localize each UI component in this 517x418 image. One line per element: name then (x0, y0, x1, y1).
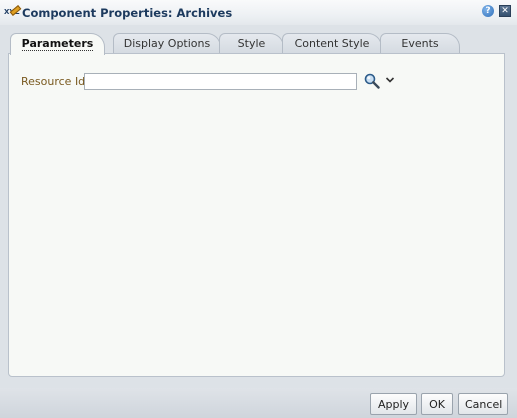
dialog-footer: Apply OK Cancel (0, 388, 517, 418)
tab-events-label: Events (401, 37, 439, 50)
resource-id-input[interactable] (84, 73, 357, 90)
apply-button[interactable]: Apply (370, 393, 417, 415)
resource-id-label: Resource Id (21, 75, 86, 88)
chevron-down-icon[interactable] (385, 75, 395, 85)
search-icon[interactable] (364, 73, 380, 89)
tab-display-options-label: Display Options (123, 37, 211, 50)
cancel-button[interactable]: Cancel (458, 393, 508, 415)
help-icon[interactable]: ? (482, 5, 494, 17)
close-icon[interactable]: ✕ (499, 5, 511, 17)
tab-style[interactable]: Style (219, 33, 284, 54)
tab-parameters-label: Parameters (21, 37, 94, 51)
dialog-title: Component Properties: Archives (22, 6, 233, 20)
tab-events[interactable]: Events (380, 33, 460, 54)
tab-parameters[interactable]: Parameters (10, 33, 105, 55)
tab-display-options[interactable]: Display Options (113, 33, 221, 54)
tab-content-style-label: Content Style (294, 37, 370, 50)
component-properties-dialog: XYZ Component Properties: Archives ? ✕ P… (0, 0, 517, 418)
tab-style-label: Style (237, 37, 266, 50)
tab-content-style[interactable]: Content Style (282, 33, 382, 54)
pencil-edit-icon: XYZ (4, 5, 22, 19)
title-bar[interactable]: XYZ Component Properties: Archives ? ✕ (0, 0, 517, 25)
parameters-panel: Resource Id (8, 53, 505, 377)
ok-button[interactable]: OK (421, 393, 453, 415)
tab-bar: Parameters Display Options Style Content… (10, 33, 510, 55)
